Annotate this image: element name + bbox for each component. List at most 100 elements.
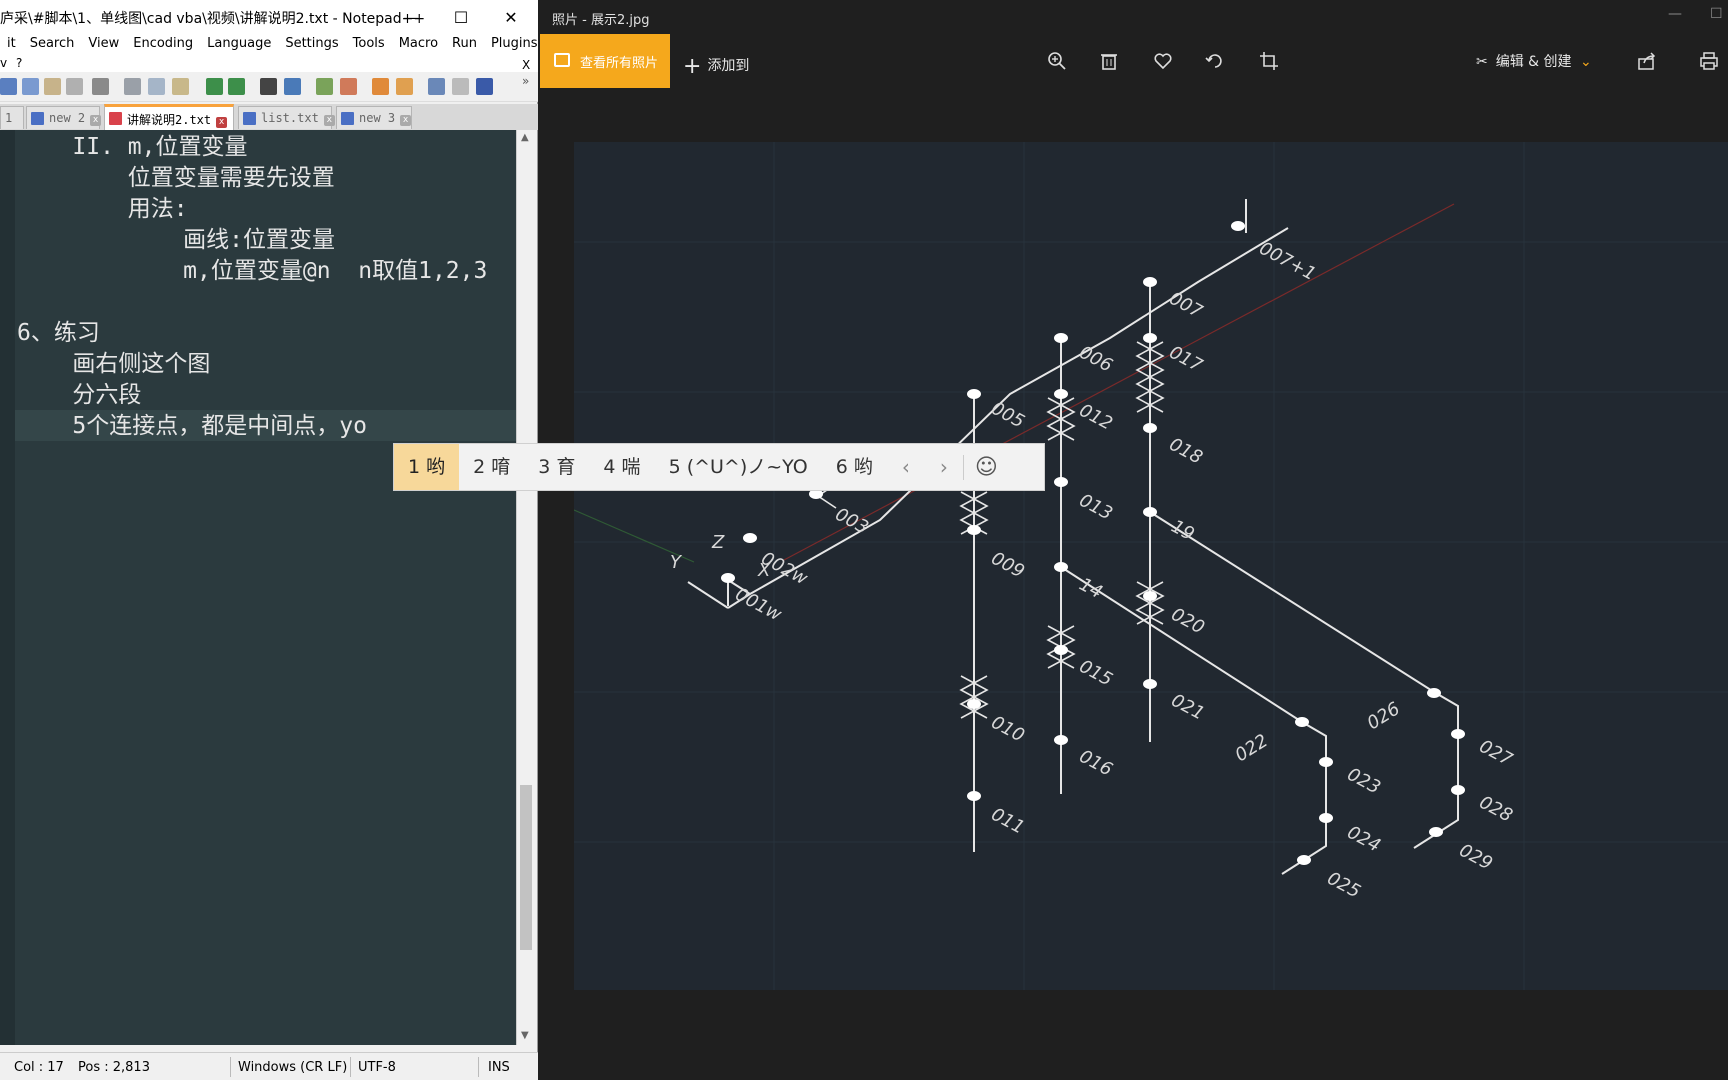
status-encoding[interactable]: UTF-8 — [358, 1060, 396, 1075]
add-to-button[interactable]: + 添加到 — [683, 51, 750, 79]
zoom-out-icon[interactable] — [340, 78, 357, 95]
tab-bar: 1 new 2 x 讲解说明2.txt x list.txt x new 3 x — [0, 104, 538, 130]
sync-v-icon[interactable] — [372, 78, 389, 95]
photos-maximize-button[interactable]: ☐ — [1710, 6, 1723, 22]
ime-candidate[interactable]: 6 哟 — [822, 444, 887, 490]
copy-icon[interactable] — [148, 78, 165, 95]
editor-line[interactable]: 用法: — [17, 194, 188, 225]
drawing-label: 028 — [1476, 792, 1516, 827]
edit-create-button[interactable]: ✂ 编辑 & 创建 ⌄ — [1476, 51, 1592, 71]
close-all-icon[interactable] — [44, 78, 61, 95]
replace-icon[interactable] — [284, 78, 301, 95]
menu-help[interactable]: ? — [16, 56, 22, 70]
photo-viewer[interactable]: 007+1 007 006 017 005 012 018 008 013 00… — [574, 142, 1728, 990]
pipe-labels: 007+1 007 006 017 005 012 018 008 013 00… — [670, 238, 1516, 903]
tab-close-icon[interactable]: x — [323, 115, 335, 126]
save-all-icon[interactable] — [0, 78, 17, 95]
ime-emoji-icon[interactable]: ☺ — [962, 454, 1009, 480]
plus-icon: + — [683, 54, 702, 79]
menu-search[interactable]: Search — [23, 34, 82, 56]
zoom-in-icon[interactable] — [1046, 50, 1068, 72]
fold-gutter — [0, 130, 15, 1045]
edit-create-label: 编辑 & 创建 — [1495, 54, 1572, 70]
rotate-icon[interactable] — [1204, 50, 1226, 72]
tab-list-txt[interactable]: list.txt x — [238, 106, 335, 129]
photos-minimize-button[interactable]: — — [1668, 6, 1682, 22]
text-editor[interactable]: II. m,位置变量 位置变量需要先设置 用法: 画线:位置变量 m,位置变量@… — [0, 130, 516, 1045]
ime-candidate[interactable]: 4 喘 — [589, 444, 654, 490]
indent-guide-icon[interactable] — [476, 78, 493, 95]
menu-view[interactable]: View — [81, 34, 126, 56]
view-all-photos-button[interactable]: 查看所有照片 — [540, 34, 670, 88]
print-icon[interactable] — [1698, 50, 1720, 72]
editor-line[interactable]: 画右侧这个图 — [17, 349, 210, 380]
word-wrap-icon[interactable] — [428, 78, 445, 95]
drawing-label: 026 — [1364, 698, 1404, 734]
menu-window[interactable]: v — [0, 56, 7, 70]
vertical-scrollbar[interactable]: ▲ ▼ — [516, 130, 534, 1045]
add-to-label: 添加到 — [707, 58, 750, 74]
scrollbar-thumb[interactable] — [520, 785, 532, 950]
ime-candidate[interactable]: 2 唷 — [459, 444, 524, 490]
editor-line[interactable]: 6、练习 — [17, 318, 100, 349]
status-eol[interactable]: Windows (CR LF) — [238, 1060, 347, 1075]
paste-icon[interactable] — [172, 78, 189, 95]
close-document-button[interactable]: X — [522, 58, 530, 72]
drawing-label: 19 — [1168, 516, 1198, 545]
delete-icon[interactable] — [1098, 50, 1120, 72]
tab-1[interactable]: 1 — [0, 106, 24, 129]
close-button[interactable]: ✕ — [488, 0, 534, 34]
ime-candidate[interactable]: 3 育 — [524, 444, 589, 490]
menu-edit[interactable]: it — [0, 34, 23, 56]
menu-settings[interactable]: Settings — [278, 34, 345, 56]
more-tools-icon[interactable]: » — [522, 74, 532, 91]
menu-macro[interactable]: Macro — [392, 34, 445, 56]
share-icon[interactable] — [1636, 50, 1658, 72]
ime-candidate[interactable]: 1 哟 — [394, 444, 460, 490]
status-bar: Col : 17 Pos : 2,813 Windows (CR LF) UTF… — [0, 1052, 538, 1080]
print-preview-icon[interactable] — [92, 78, 109, 95]
ime-candidate[interactable]: 5 (^U^)ノ~YO — [655, 444, 822, 490]
favorite-heart-icon[interactable] — [1152, 50, 1174, 72]
menu-tools[interactable]: Tools — [346, 34, 392, 56]
tab-close-icon[interactable]: x — [400, 115, 412, 126]
file-icon — [341, 112, 354, 125]
cut-icon[interactable] — [124, 78, 141, 95]
minimize-button[interactable]: — — [388, 0, 434, 34]
tab-close-icon[interactable]: x — [216, 117, 228, 128]
tab-new-2[interactable]: new 2 x — [26, 106, 102, 129]
scroll-up-icon[interactable]: ▲ — [521, 132, 529, 143]
editor-line[interactable]: 画线:位置变量 — [17, 225, 335, 256]
tab-active-file[interactable]: 讲解说明2.txt x — [104, 104, 234, 130]
drawing-label: Z — [711, 532, 725, 553]
tab-new-3[interactable]: new 3 x — [336, 106, 412, 129]
editor-line[interactable]: 分六段 — [17, 380, 141, 411]
close-icon[interactable] — [22, 78, 39, 95]
notepad-window: 庐采\#脚本\1、单线图\cad vba\视频\讲解说明2.txt - Note… — [0, 0, 538, 1080]
status-insert-mode[interactable]: INS — [488, 1060, 510, 1075]
crop-icon[interactable] — [1258, 50, 1280, 72]
ime-next-page-icon[interactable]: › — [925, 455, 963, 479]
menu-language[interactable]: Language — [200, 34, 278, 56]
editor-line[interactable]: m,位置变量@n n取值1,2,3 — [17, 256, 487, 287]
maximize-button[interactable]: ☐ — [438, 0, 484, 34]
menu-plugins[interactable]: Plugins — [484, 34, 545, 56]
zoom-in-icon[interactable] — [316, 78, 333, 95]
redo-icon[interactable] — [228, 78, 245, 95]
drawing-label: 011 — [988, 804, 1028, 839]
drawing-label: 016 — [1076, 746, 1116, 781]
print-icon[interactable] — [66, 78, 83, 95]
show-all-chars-icon[interactable] — [452, 78, 469, 95]
editor-line[interactable]: 位置变量需要先设置 — [17, 163, 335, 194]
menu-encoding[interactable]: Encoding — [126, 34, 200, 56]
photos-title: 照片 - 展示2.jpg — [552, 13, 650, 28]
tab-close-icon[interactable]: x — [90, 115, 102, 126]
editor-line-current[interactable]: 5个连接点，都是中间点，yo — [17, 411, 367, 442]
find-icon[interactable] — [260, 78, 277, 95]
ime-prev-page-icon[interactable]: ‹ — [887, 455, 925, 479]
menu-run[interactable]: Run — [445, 34, 484, 56]
sync-h-icon[interactable] — [396, 78, 413, 95]
scroll-down-icon[interactable]: ▼ — [521, 1030, 529, 1041]
editor-line[interactable]: II. m,位置变量 — [17, 132, 247, 163]
undo-icon[interactable] — [206, 78, 223, 95]
